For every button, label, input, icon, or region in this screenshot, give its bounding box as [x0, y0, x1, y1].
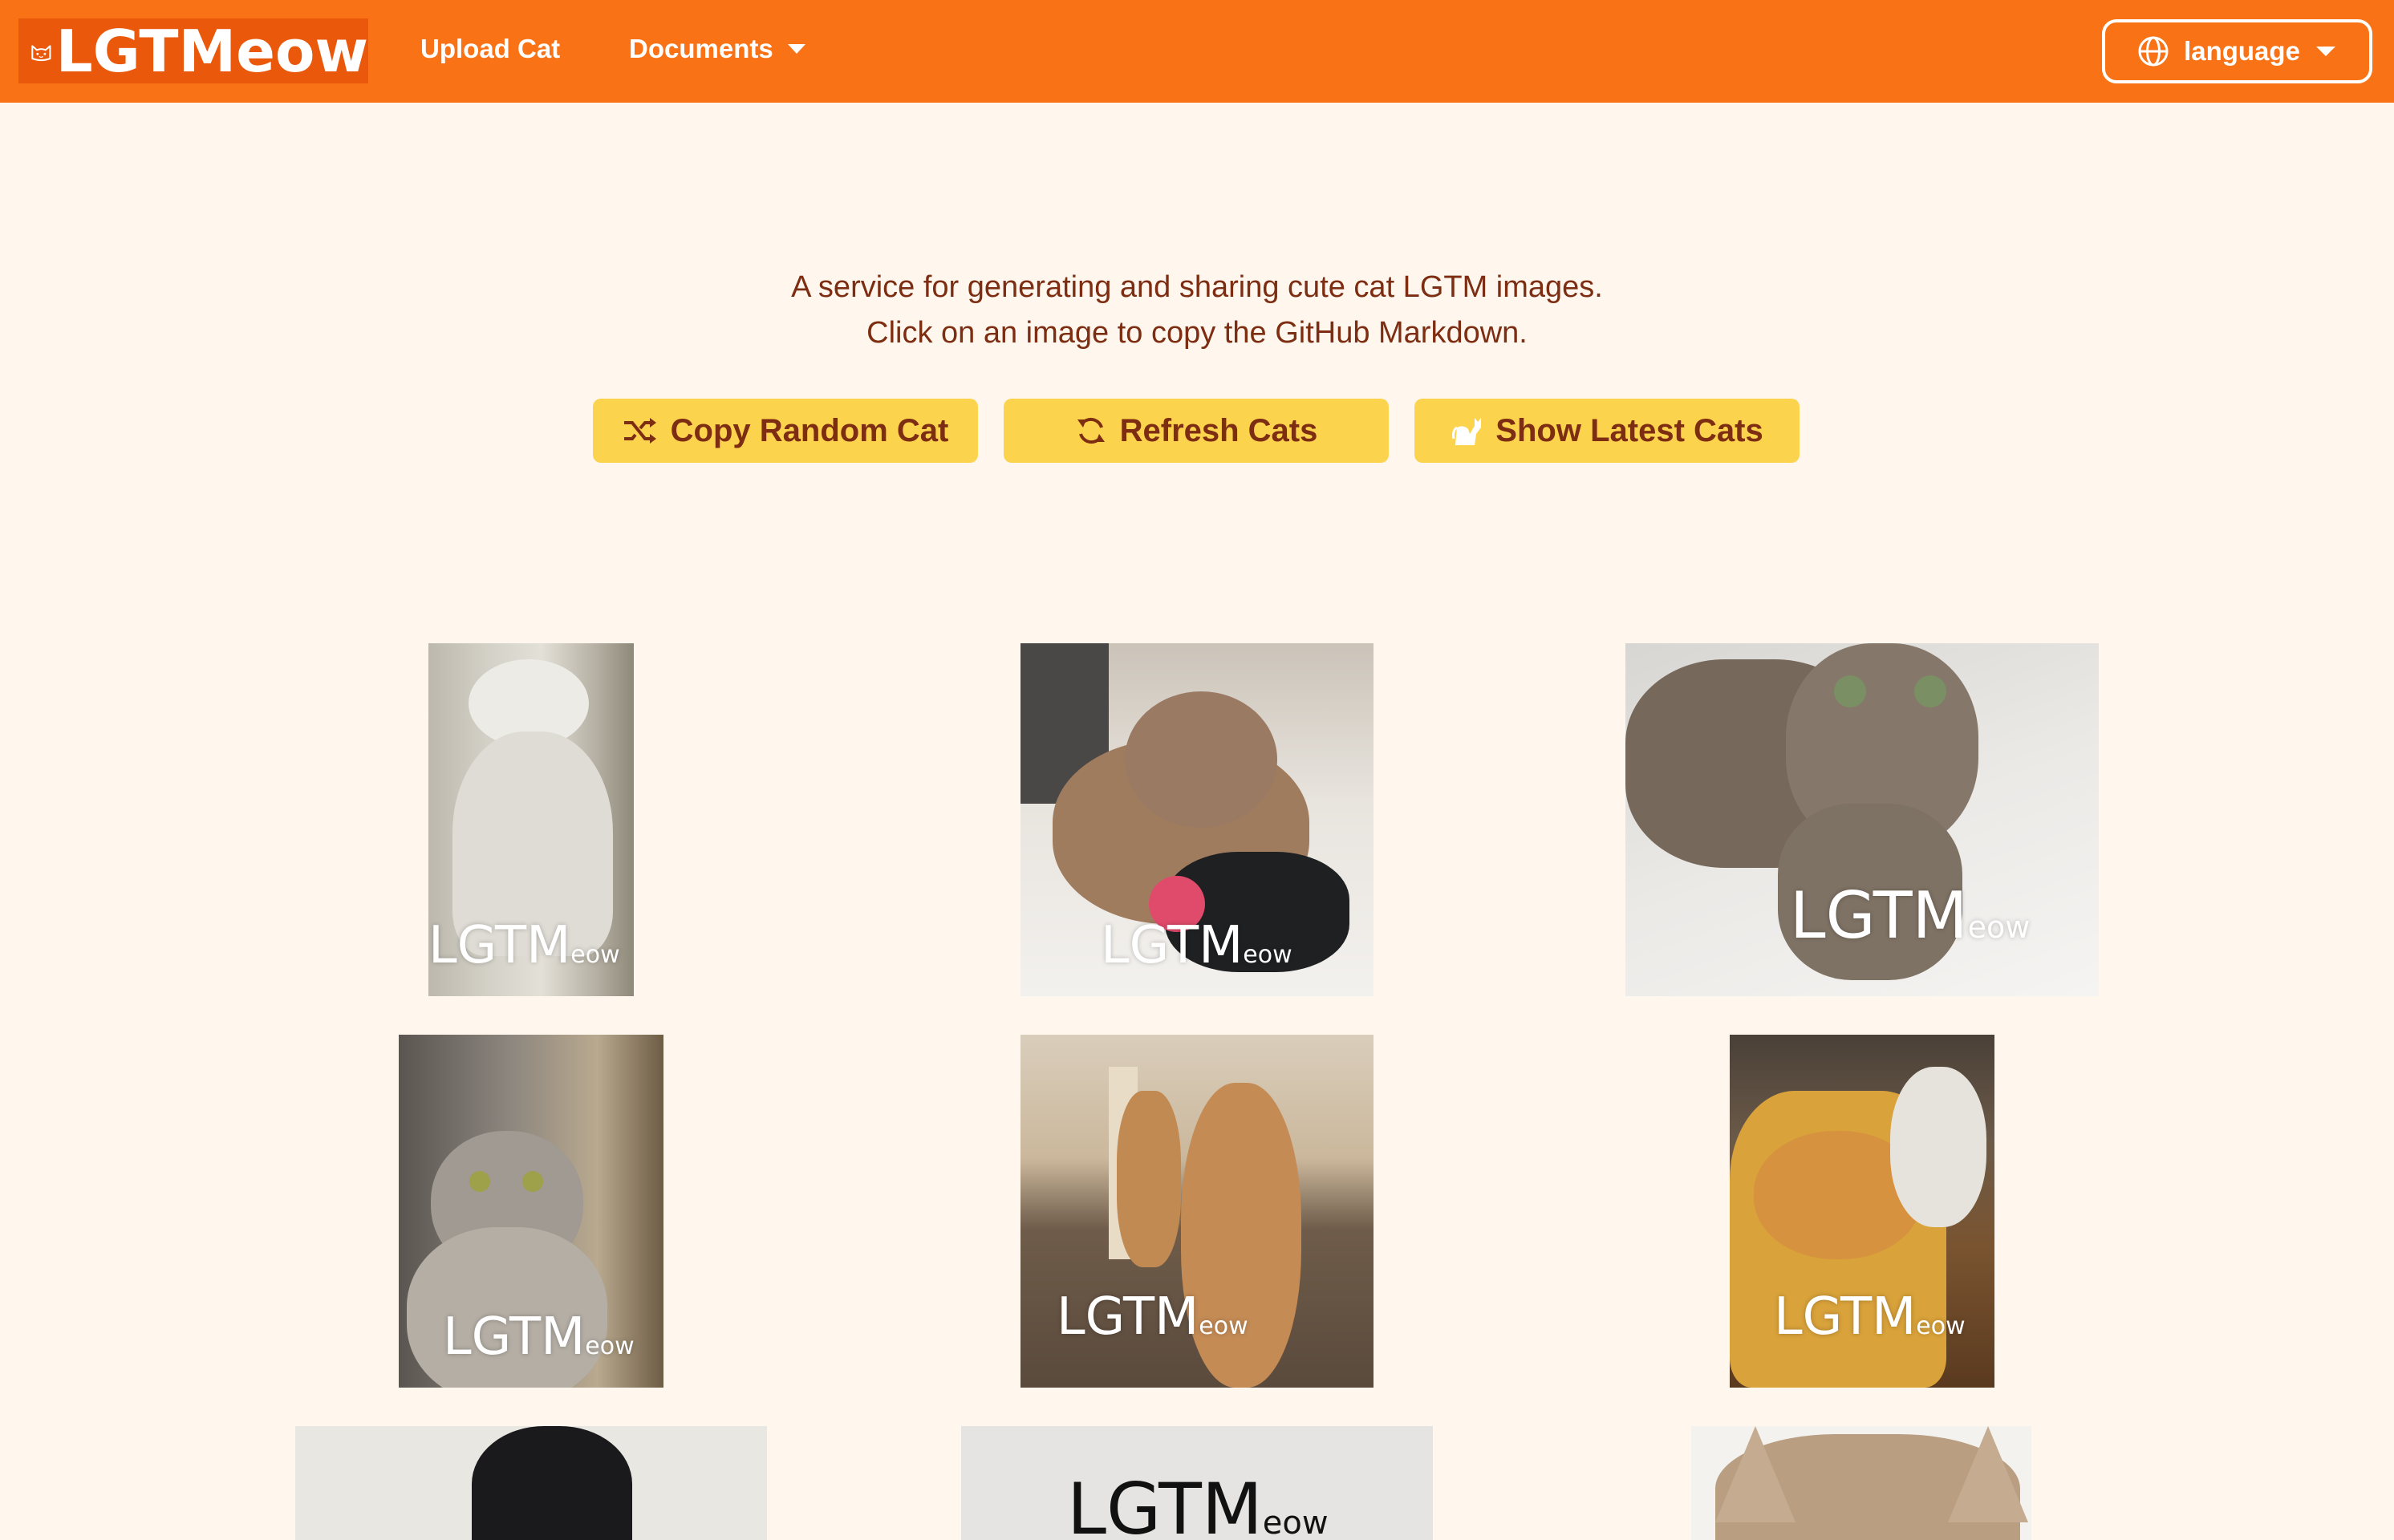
refresh-cats-label: Refresh Cats — [1119, 412, 1318, 448]
cat-image-3[interactable]: LGTMeow — [1625, 643, 2099, 996]
lgtmeow-watermark: LGTMeow — [428, 920, 620, 971]
lgtmeow-watermark: LGTMeow — [1067, 1474, 1329, 1540]
watermark-big: LGTM — [1774, 1287, 1917, 1347]
lgtmeow-watermark: LGTMeow — [1790, 884, 2030, 948]
lgtmeow-watermark: LGTMeow — [1101, 920, 1292, 971]
header: LGTMeow Upload Cat Documents language — [0, 0, 2394, 103]
nav-documents-label: Documents — [629, 34, 773, 63]
nav-upload-label: Upload Cat — [420, 34, 561, 63]
watermark-small: eow — [585, 1332, 635, 1360]
intro-line-1: A service for generating and sharing cut… — [791, 270, 1603, 304]
cat-image-4[interactable]: LGTMeow — [399, 1035, 663, 1388]
watermark-big: LGTM — [1067, 1468, 1263, 1540]
copy-random-cat-button[interactable]: Copy Random Cat — [593, 399, 978, 463]
cat-logo-icon — [31, 44, 51, 61]
cat-image-6[interactable]: LGTMeow — [1730, 1035, 1994, 1388]
watermark-big: LGTM — [443, 1307, 586, 1367]
caret-down-icon — [2315, 47, 2335, 56]
cat-image-2[interactable]: LGTMeow — [1020, 643, 1374, 996]
nav-upload-cat[interactable]: Upload Cat — [420, 34, 560, 64]
lgtmeow-watermark: LGTMeow — [443, 1311, 635, 1363]
cat-image-9[interactable] — [1691, 1426, 2031, 1540]
watermark-big: LGTM — [1057, 1287, 1199, 1347]
watermark-small: eow — [1967, 910, 2031, 945]
lgtmeow-watermark: LGTMeow — [1774, 1291, 1966, 1343]
globe-icon — [2138, 36, 2169, 67]
watermark-big: LGTM — [1101, 916, 1244, 975]
cat-image-5[interactable]: LGTMeow — [1020, 1035, 1374, 1388]
cat-icon — [1452, 418, 1482, 445]
nav-documents-dropdown[interactable]: Documents — [629, 34, 807, 64]
shuffle-icon — [623, 418, 656, 444]
logo-text: LGTMeow — [55, 17, 368, 85]
watermark-small: eow — [1916, 1312, 1966, 1340]
cat-image-7[interactable] — [295, 1426, 767, 1540]
caret-down-icon — [787, 44, 805, 54]
show-latest-cats-label: Show Latest Cats — [1495, 412, 1763, 448]
cat-image-8[interactable]: LGTMeow — [961, 1426, 1433, 1540]
lgtmeow-watermark: LGTMeow — [1057, 1291, 1248, 1343]
intro-text: A service for generating and sharing cut… — [0, 265, 2394, 356]
watermark-small: eow — [1243, 941, 1292, 969]
language-button[interactable]: language — [2102, 19, 2372, 83]
refresh-icon — [1077, 417, 1105, 444]
watermark-small: eow — [1199, 1312, 1248, 1340]
intro-line-2: Click on an image to copy the GitHub Mar… — [866, 316, 1528, 350]
watermark-small: eow — [1262, 1505, 1329, 1540]
watermark-small: eow — [570, 941, 620, 969]
logo[interactable]: LGTMeow — [18, 18, 368, 83]
show-latest-cats-button[interactable]: Show Latest Cats — [1414, 399, 1800, 463]
watermark-big: LGTM — [1790, 878, 1968, 953]
refresh-cats-button[interactable]: Refresh Cats — [1004, 399, 1389, 463]
language-label: language — [2184, 36, 2300, 66]
watermark-big: LGTM — [428, 916, 571, 975]
copy-random-cat-label: Copy Random Cat — [670, 412, 949, 448]
cat-image-1[interactable]: LGTMeow — [428, 643, 634, 996]
